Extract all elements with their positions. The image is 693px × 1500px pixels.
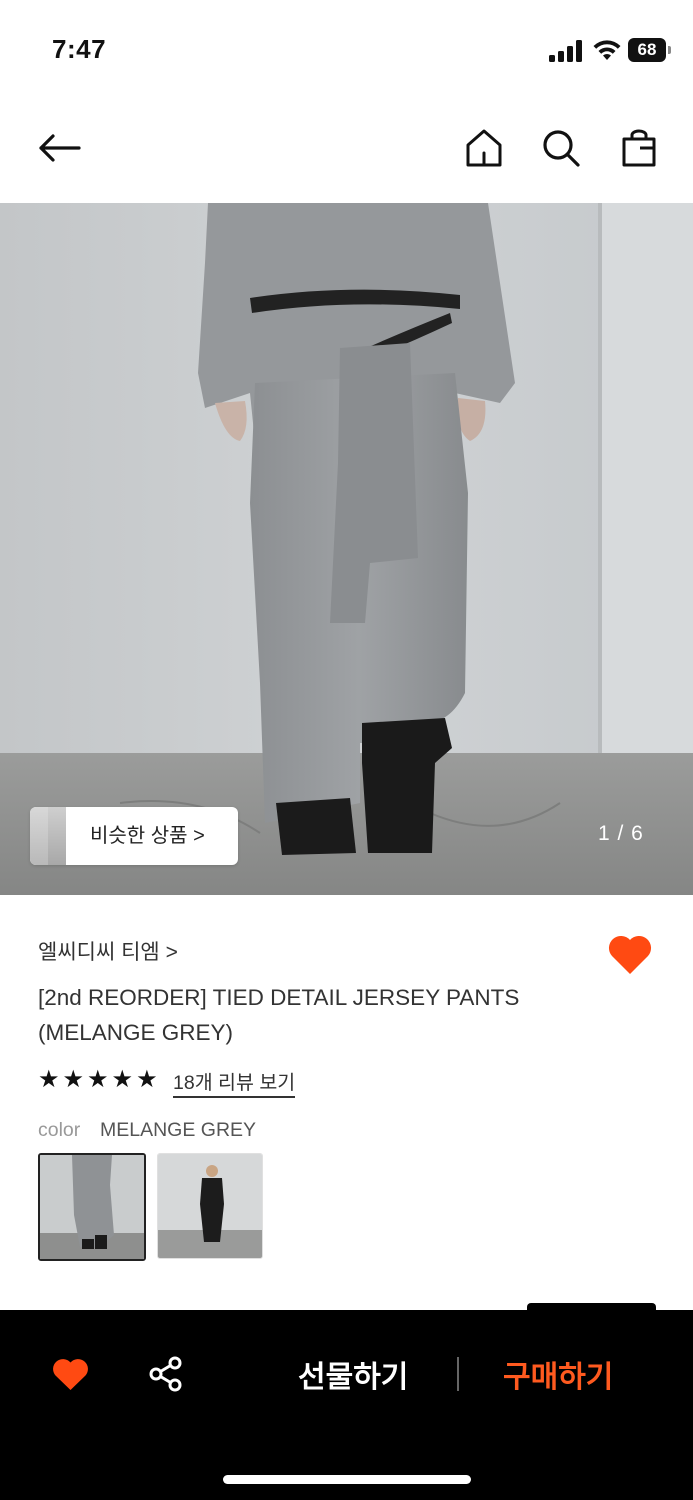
brand-link[interactable]: 엘씨디씨 티엠 > [38, 936, 178, 966]
home-icon [466, 129, 502, 167]
star-icon: ★ [136, 1066, 158, 1093]
status-time: 7:47 [52, 34, 107, 64]
battery-icon: 68 [628, 38, 672, 62]
color-swatch-grey[interactable] [38, 1153, 146, 1261]
home-indicator [223, 1475, 471, 1484]
star-icon: ★ [111, 1066, 134, 1093]
back-arrow-icon [39, 134, 81, 162]
star-icon: ★ [38, 1066, 60, 1093]
back-button[interactable] [35, 124, 83, 172]
bottom-wishlist-heart-icon[interactable] [51, 1356, 90, 1392]
similar-products-button[interactable]: 비슷한 상품 > [30, 807, 238, 865]
rating-stars: ★ ★ ★ ★ ★ [38, 1068, 158, 1092]
product-image[interactable] [0, 203, 693, 895]
share-icon[interactable] [148, 1356, 183, 1392]
color-label: color [38, 1119, 81, 1141]
star-icon: ★ [87, 1066, 109, 1093]
home-button[interactable] [460, 124, 508, 172]
product-photo [0, 203, 693, 895]
color-value: MELANGE GREY [100, 1119, 257, 1141]
review-link[interactable]: 18개 리뷰 보기 [173, 1066, 296, 1098]
image-page-indicator: 1 / 6 [598, 822, 644, 845]
color-swatch-black[interactable] [157, 1153, 263, 1259]
wishlist-heart-icon[interactable] [606, 932, 654, 976]
buy-button[interactable]: 구매하기 [503, 1352, 613, 1396]
product-title: [2nd REORDER] TIED DETAIL JERSEY PANTS (… [38, 985, 520, 1045]
gift-button[interactable]: 선물하기 [298, 1352, 408, 1396]
cart-button[interactable] [615, 124, 663, 172]
similar-products-label: 비슷한 상품 > [90, 825, 205, 847]
wifi-icon [593, 40, 621, 60]
star-icon: ★ [62, 1066, 85, 1093]
button-divider [457, 1357, 459, 1391]
cellular-signal-icon [549, 40, 582, 62]
search-icon [543, 130, 580, 167]
battery-level: 68 [628, 38, 666, 62]
bottom-action-bar [0, 1310, 693, 1500]
shopping-bag-icon [622, 129, 656, 167]
search-button[interactable] [537, 124, 585, 172]
